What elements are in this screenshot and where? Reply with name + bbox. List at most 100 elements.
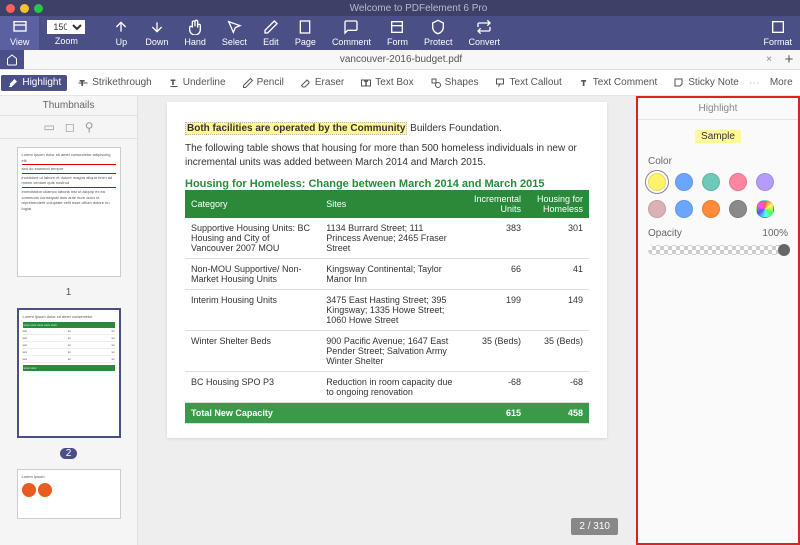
thumbnail-page-3[interactable]: Lorem ipsum bbox=[17, 469, 121, 519]
color-swatch[interactable] bbox=[729, 200, 747, 218]
cell-inc: 35 (Beds) bbox=[465, 331, 527, 372]
more-label: More bbox=[770, 77, 793, 88]
svg-text:T: T bbox=[365, 81, 368, 87]
color-swatch[interactable] bbox=[648, 173, 666, 191]
strikethrough-tool[interactable]: TStrikethrough bbox=[71, 75, 157, 91]
thumbnail-page-2[interactable]: Lorem ipsum dolor sit amet consectetur x… bbox=[17, 308, 121, 438]
cell-inc: -68 bbox=[465, 372, 527, 403]
maximize-window-button[interactable] bbox=[34, 4, 43, 13]
callout-label: Text Callout bbox=[510, 77, 562, 88]
convert-label: Convert bbox=[468, 37, 500, 47]
thumbs-tab-bookmarks[interactable]: ◻ bbox=[65, 120, 75, 134]
color-swatch[interactable] bbox=[648, 200, 666, 218]
strike-icon: T bbox=[77, 77, 89, 89]
table-row: Supportive Housing Units: BC Housing and… bbox=[185, 218, 589, 259]
textcomment-icon: T bbox=[578, 77, 590, 89]
zoom-control[interactable]: 150% Zoom bbox=[39, 16, 93, 50]
edit-button[interactable]: Edit bbox=[255, 16, 287, 50]
thumb-1-label: 1 bbox=[66, 287, 72, 298]
cell-category: Interim Housing Units bbox=[185, 290, 320, 331]
eraser-icon bbox=[300, 77, 312, 89]
cell-inc: 383 bbox=[465, 218, 527, 259]
properties-panel: Highlight Sample Color Opacity 100% bbox=[636, 96, 800, 545]
sample-preview: Sample bbox=[638, 120, 798, 156]
document-tab[interactable]: vancouver-2016-budget.pdf × bbox=[24, 50, 778, 69]
format-button[interactable]: Format bbox=[755, 16, 800, 50]
select-icon bbox=[226, 19, 242, 35]
view-button[interactable]: View bbox=[0, 16, 39, 50]
strike-label: Strikethrough bbox=[92, 77, 151, 88]
edit-label: Edit bbox=[263, 37, 279, 47]
color-swatch[interactable] bbox=[675, 200, 693, 218]
thumbnails-list[interactable]: Lorem ipsum dolor sit amet consectetur a… bbox=[0, 139, 137, 545]
housing-table: Category Sites Incremental Units Housing… bbox=[185, 190, 589, 424]
more-tool[interactable]: More bbox=[764, 75, 799, 90]
eraser-tool[interactable]: Eraser bbox=[294, 75, 350, 91]
color-swatch[interactable] bbox=[702, 200, 720, 218]
sample-text: Sample bbox=[695, 130, 741, 143]
total-inc: 615 bbox=[465, 403, 527, 424]
highlight-tool[interactable]: Highlight bbox=[1, 75, 67, 91]
thumbnail-page-1[interactable]: Lorem ipsum dolor sit amet consectetur a… bbox=[17, 147, 121, 277]
color-swatch-multi[interactable] bbox=[756, 200, 774, 218]
close-tab-button[interactable]: × bbox=[766, 54, 772, 65]
thumbs-tab-pages[interactable]: ▭ bbox=[43, 120, 54, 134]
minimize-window-button[interactable] bbox=[20, 4, 29, 13]
comment-button[interactable]: Comment bbox=[324, 16, 379, 50]
add-tab-button[interactable]: + bbox=[778, 50, 800, 69]
highlighted-text[interactable]: Both facilities are operated by the Comm… bbox=[185, 122, 407, 135]
pdf-page: Both facilities are operated by the Comm… bbox=[167, 102, 607, 438]
cell-sites: 3475 East Hasting Street; 395 Kingsway; … bbox=[320, 290, 465, 331]
textcomment-tool[interactable]: TText Comment bbox=[572, 75, 663, 91]
thumbs-tab-search[interactable]: ⚲ bbox=[85, 120, 94, 134]
color-swatch[interactable] bbox=[675, 173, 693, 191]
opacity-slider[interactable] bbox=[648, 245, 788, 255]
th-housing: Housing for Homeless bbox=[527, 190, 589, 218]
pencil-label: Pencil bbox=[257, 77, 284, 88]
shapes-tool[interactable]: Shapes bbox=[424, 75, 485, 91]
sticky-tool[interactable]: Sticky Note bbox=[667, 75, 745, 91]
edit-icon bbox=[263, 19, 279, 35]
close-window-button[interactable] bbox=[6, 4, 15, 13]
textbox-label: Text Box bbox=[375, 77, 413, 88]
cell-inc: 199 bbox=[465, 290, 527, 331]
cell-category: Winter Shelter Beds bbox=[185, 331, 320, 372]
select-button[interactable]: Select bbox=[214, 16, 255, 50]
document-viewer[interactable]: Both facilities are operated by the Comm… bbox=[138, 96, 636, 545]
comment-icon bbox=[343, 19, 359, 35]
up-button[interactable]: Up bbox=[105, 16, 137, 50]
hand-button[interactable]: Hand bbox=[176, 16, 214, 50]
up-icon bbox=[113, 19, 129, 35]
table-title: Housing for Homeless: Change between Mar… bbox=[185, 178, 589, 190]
cell-inc: 66 bbox=[465, 259, 527, 290]
color-swatch[interactable] bbox=[702, 173, 720, 191]
zoom-select[interactable]: 150% bbox=[47, 20, 85, 34]
protect-button[interactable]: Protect bbox=[416, 16, 461, 50]
pencil-tool[interactable]: Pencil bbox=[236, 75, 290, 91]
cell-hh: 41 bbox=[527, 259, 589, 290]
convert-button[interactable]: Convert bbox=[460, 16, 508, 50]
form-button[interactable]: Form bbox=[379, 16, 416, 50]
down-button[interactable]: Down bbox=[137, 16, 176, 50]
textbox-tool[interactable]: T Text Box bbox=[354, 75, 419, 91]
callout-tool[interactable]: Text Callout bbox=[489, 75, 568, 91]
protect-label: Protect bbox=[424, 37, 453, 47]
cell-category: Supportive Housing Units: BC Housing and… bbox=[185, 218, 320, 259]
tab-filename: vancouver-2016-budget.pdf bbox=[340, 54, 462, 65]
svg-text:T: T bbox=[581, 80, 586, 87]
home-tab[interactable] bbox=[0, 50, 24, 69]
color-swatch[interactable] bbox=[729, 173, 747, 191]
form-icon bbox=[389, 19, 405, 35]
page-button[interactable]: Page bbox=[287, 16, 324, 50]
color-swatch[interactable] bbox=[756, 173, 774, 191]
thumbnails-tabs: ▭ ◻ ⚲ bbox=[0, 116, 137, 139]
hand-label: Hand bbox=[184, 37, 206, 47]
tab-row: vancouver-2016-budget.pdf × + bbox=[0, 50, 800, 70]
slider-thumb[interactable] bbox=[778, 244, 790, 256]
cell-hh: 149 bbox=[527, 290, 589, 331]
color-swatches bbox=[638, 173, 798, 228]
eraser-label: Eraser bbox=[315, 77, 344, 88]
underline-tool[interactable]: TUnderline bbox=[162, 75, 232, 91]
pencil-icon bbox=[242, 77, 254, 89]
table-row: Interim Housing Units3475 East Hasting S… bbox=[185, 290, 589, 331]
